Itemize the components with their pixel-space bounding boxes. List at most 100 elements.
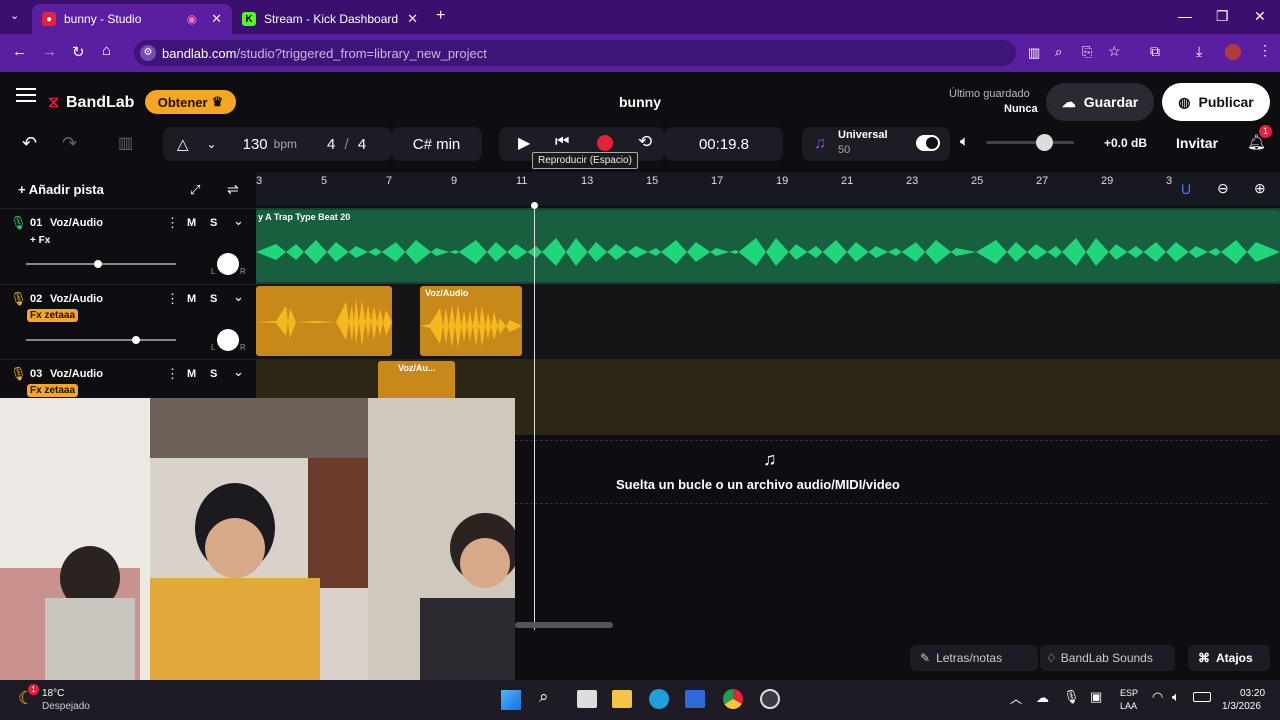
clock-time[interactable]: 03:20 [1240,688,1265,699]
close-tab-icon[interactable]: ✕ [211,11,222,27]
maximize-icon[interactable]: ❐ [1216,8,1229,25]
downloads-icon[interactable]: ⤓ [1196,43,1202,60]
solo-button[interactable]: S [210,217,217,229]
profile-avatar[interactable] [1225,44,1241,60]
track-fx-badge[interactable]: Fx zetaaa [27,309,79,322]
universal-toggle[interactable] [916,135,940,151]
new-tab-icon[interactable]: + [436,7,445,25]
track-header-02[interactable]: 🎙︎ 02 Voz/Audio Fx zetaaa ⋮ M S ⌄ L R [0,284,256,359]
mic-tray-icon[interactable]: 🎙︎ [1063,689,1080,705]
edge-icon[interactable] [649,689,669,709]
solo-button[interactable]: S [210,368,217,380]
track-expand-icon[interactable]: ⌄ [233,213,244,229]
track-02-clip-2[interactable]: Voz/Audio [420,286,522,356]
drop-zone[interactable]: ♫ Suelta un bucle o un archivo audio/MID… [515,440,1268,504]
tab-bandlab-studio[interactable]: ● bunny - Studio ◉ ✕ [32,4,232,34]
undo-icon[interactable]: ↶ [22,133,37,154]
search-icon[interactable]: ⌕ [539,687,549,707]
show-hidden-icons-icon[interactable]: ︿ [1010,690,1022,707]
track-03-clip[interactable]: Voz/Au... [378,361,455,401]
mute-button[interactable]: M [187,217,196,229]
track-fx-badge[interactable]: Fx zetaaa [27,384,79,397]
mute-button[interactable]: M [187,368,196,380]
playhead[interactable] [534,205,535,630]
track-header-03[interactable]: 🎙︎ 03 Voz/Audio Fx zetaaa ⋮ M S ⌄ [0,359,256,399]
brand-name[interactable]: BandLab [66,94,134,112]
track-menu-icon[interactable]: ⋮ [166,366,179,382]
close-tab-icon[interactable]: ✕ [407,11,418,27]
skip-back-icon[interactable]: ⏮ [555,133,569,151]
track-menu-icon[interactable]: ⋮ [166,291,179,307]
loop-icon[interactable]: ⟲ [638,132,652,152]
bpm-value[interactable]: 130 [243,136,268,153]
automation-icon[interactable]: ⤢ [190,182,200,198]
play-icon[interactable]: ▶ [518,133,530,153]
wifi-icon[interactable]: ◠ [1152,689,1163,705]
cast-icon[interactable]: ⎘ [1082,44,1092,60]
horizontal-scrollbar[interactable] [515,622,613,628]
close-window-icon[interactable]: ✕ [1254,8,1266,25]
obs-icon[interactable] [760,689,780,709]
battery-icon[interactable] [1193,692,1211,702]
browser-menu-icon[interactable]: ⋮ [1258,42,1272,59]
shortcuts-button[interactable]: ⌘ Atajos [1188,645,1270,671]
metronome-dropdown-icon[interactable]: ⌄ [207,137,217,151]
zoom-out-icon[interactable]: ⊖ [1217,180,1229,197]
task-view-icon[interactable] [577,690,597,708]
home-icon[interactable]: ⌂ [102,42,111,59]
redo-icon[interactable]: ↷ [62,133,77,154]
track-volume-slider[interactable] [26,339,176,341]
time-signature[interactable]: 4 / 4 [327,136,366,153]
extensions-icon[interactable]: ⧉ [1150,43,1160,60]
track-name[interactable]: Voz/Audio [50,293,103,305]
pan-knob[interactable] [217,329,239,351]
pan-knob[interactable] [217,253,239,275]
start-icon[interactable] [501,690,521,710]
get-membership-button[interactable]: Obtener ♛ [145,90,236,114]
record-button[interactable] [597,135,613,151]
master-volume-knob[interactable] [1036,134,1053,151]
track-name[interactable]: Voz/Audio [50,368,103,380]
forward-icon[interactable]: → [42,43,57,60]
track-menu-icon[interactable]: ⋮ [166,215,179,231]
zoom-in-icon[interactable]: ⊕ [1254,180,1266,197]
track-expand-icon[interactable]: ⌄ [233,364,244,380]
lang-top[interactable]: ESP [1120,688,1138,698]
key-selector[interactable]: C# min [391,127,482,161]
universal-value[interactable]: 50 [838,144,850,156]
store-icon[interactable] [685,690,705,708]
publish-button[interactable]: ◍ Publicar [1162,83,1270,121]
track-02-clip-1[interactable] [256,286,392,356]
lyrics-notes-button[interactable]: ✎ Letras/notas [910,645,1038,671]
onedrive-icon[interactable]: ☁ [1036,690,1049,706]
timeline-ruler[interactable]: 3 5 7 9 11 13 15 17 19 21 23 25 27 29 3 [256,172,1280,206]
minimize-icon[interactable]: — [1178,8,1192,24]
zoom-icon[interactable]: ⌕ [1055,44,1062,60]
track-fx-button[interactable]: + Fx [30,235,50,246]
track-volume-handle[interactable] [132,336,140,344]
playhead-handle[interactable] [531,202,538,209]
track-lane-02[interactable] [256,284,1280,359]
chrome-icon[interactable] [723,689,743,709]
file-explorer-icon[interactable] [612,690,632,708]
track-settings-icon[interactable]: ⇌ [227,181,239,198]
metronome-icon[interactable]: △ [177,135,189,153]
track-expand-icon[interactable]: ⌄ [233,289,244,305]
solo-button[interactable]: S [210,293,217,305]
tab-kick-dashboard[interactable]: K Stream - Kick Dashboard ✕ [232,4,428,34]
hamburger-menu-icon[interactable] [16,94,36,96]
reload-icon[interactable]: ↻ [72,43,85,61]
add-track-button[interactable]: + Añadir pista [18,182,104,197]
back-icon[interactable]: ← [12,43,27,60]
bandlab-sounds-button[interactable]: ♢ BandLab Sounds [1040,645,1175,671]
site-info-icon[interactable]: ⚙ [140,45,156,61]
tray-app-icon[interactable]: ▣ [1090,689,1102,705]
track-volume-handle[interactable] [94,260,102,268]
track-name[interactable]: Voz/Audio [50,217,103,229]
bookmark-star-icon[interactable]: ☆ [1108,43,1121,60]
reader-mode-icon[interactable]: ▥ [1028,45,1040,61]
volume-icon[interactable]: 🔈︎ [1172,689,1180,705]
track-01-clip[interactable]: y A Trap Type Beat 20 [256,210,1280,282]
project-title[interactable]: bunny [619,94,661,110]
mute-button[interactable]: M [187,293,196,305]
